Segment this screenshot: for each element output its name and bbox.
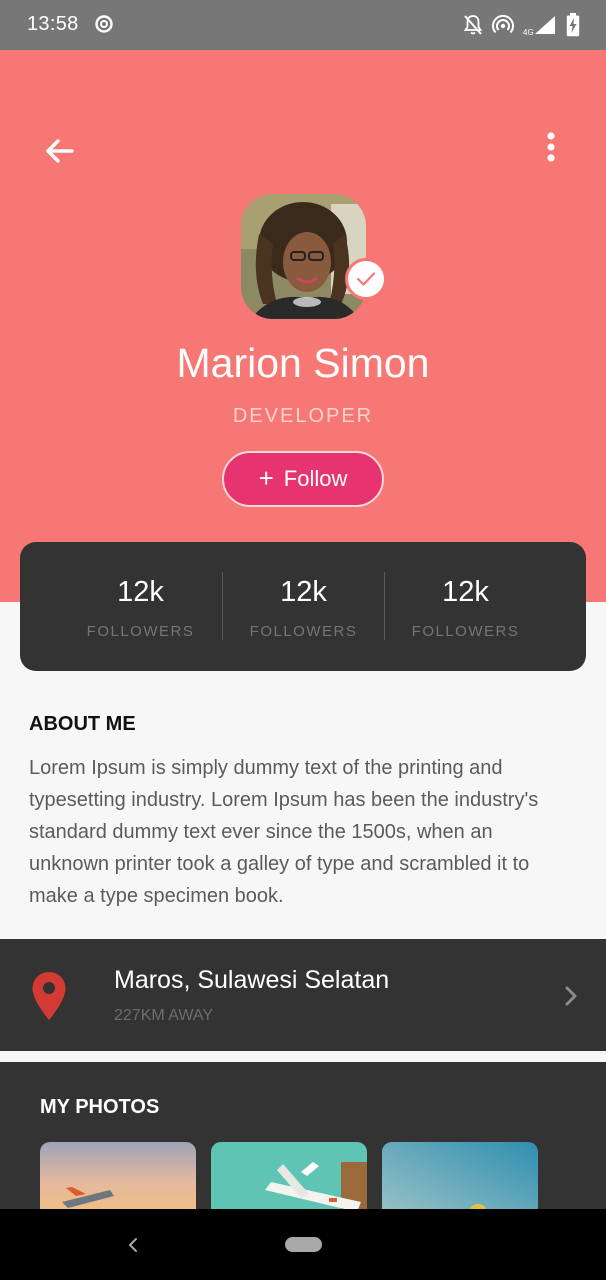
stat-label: FOLLOWERS bbox=[249, 623, 358, 640]
location-name: Maros, Sulawesi Selatan bbox=[114, 966, 390, 994]
stat-item[interactable]: 12k FOLLOWERS bbox=[222, 542, 385, 671]
profile-name: Marion Simon bbox=[176, 340, 430, 386]
nav-home-pill[interactable] bbox=[285, 1237, 322, 1252]
stat-label: FOLLOWERS bbox=[411, 623, 520, 640]
stat-value: 12k bbox=[117, 576, 164, 608]
sync-icon bbox=[95, 15, 113, 33]
hotspot-icon bbox=[492, 14, 514, 34]
more-options-button[interactable] bbox=[530, 126, 572, 168]
back-button[interactable] bbox=[38, 130, 80, 172]
signal-icon: 4G bbox=[523, 16, 555, 36]
follow-label: Follow bbox=[283, 466, 348, 491]
photos-title: MY PHOTOS bbox=[40, 1096, 160, 1118]
stat-item[interactable]: 12k FOLLOWERS bbox=[59, 542, 222, 671]
plus-icon: + bbox=[258, 462, 274, 493]
location-row[interactable] bbox=[0, 939, 606, 1051]
about-text: Lorem Ipsum is simply dummy text of the … bbox=[29, 757, 539, 907]
status-icons: 4G bbox=[463, 12, 580, 38]
profile-role: DEVELOPER bbox=[232, 405, 374, 427]
battery-charging-icon bbox=[566, 13, 580, 37]
avatar[interactable] bbox=[241, 194, 366, 319]
more-vertical-icon bbox=[547, 132, 555, 162]
stat-label: FOLLOWERS bbox=[86, 623, 195, 640]
verified-badge bbox=[345, 258, 387, 300]
location-distance: 227KM AWAY bbox=[114, 1007, 213, 1024]
check-icon bbox=[356, 272, 376, 286]
status-bar: 13:58 4G bbox=[0, 0, 606, 50]
nav-back-icon[interactable] bbox=[124, 1234, 142, 1256]
stat-item[interactable]: 12k FOLLOWERS bbox=[384, 542, 547, 671]
chevron-right-icon bbox=[565, 986, 577, 1006]
notifications-off-icon bbox=[463, 15, 483, 35]
stats-card: 12k FOLLOWERS 12k FOLLOWERS 12k FOLLOWER… bbox=[20, 542, 586, 671]
svg-text:4G: 4G bbox=[523, 28, 534, 36]
avatar-photo bbox=[241, 194, 366, 319]
stat-value: 12k bbox=[280, 576, 327, 608]
stat-value: 12k bbox=[442, 576, 489, 608]
arrow-left-icon bbox=[46, 139, 74, 163]
status-time: 13:58 bbox=[27, 13, 79, 35]
about-title: ABOUT ME bbox=[29, 713, 136, 735]
location-pin-icon bbox=[32, 972, 66, 1020]
follow-button[interactable]: + Follow bbox=[222, 451, 384, 507]
profile-header bbox=[0, 50, 606, 602]
